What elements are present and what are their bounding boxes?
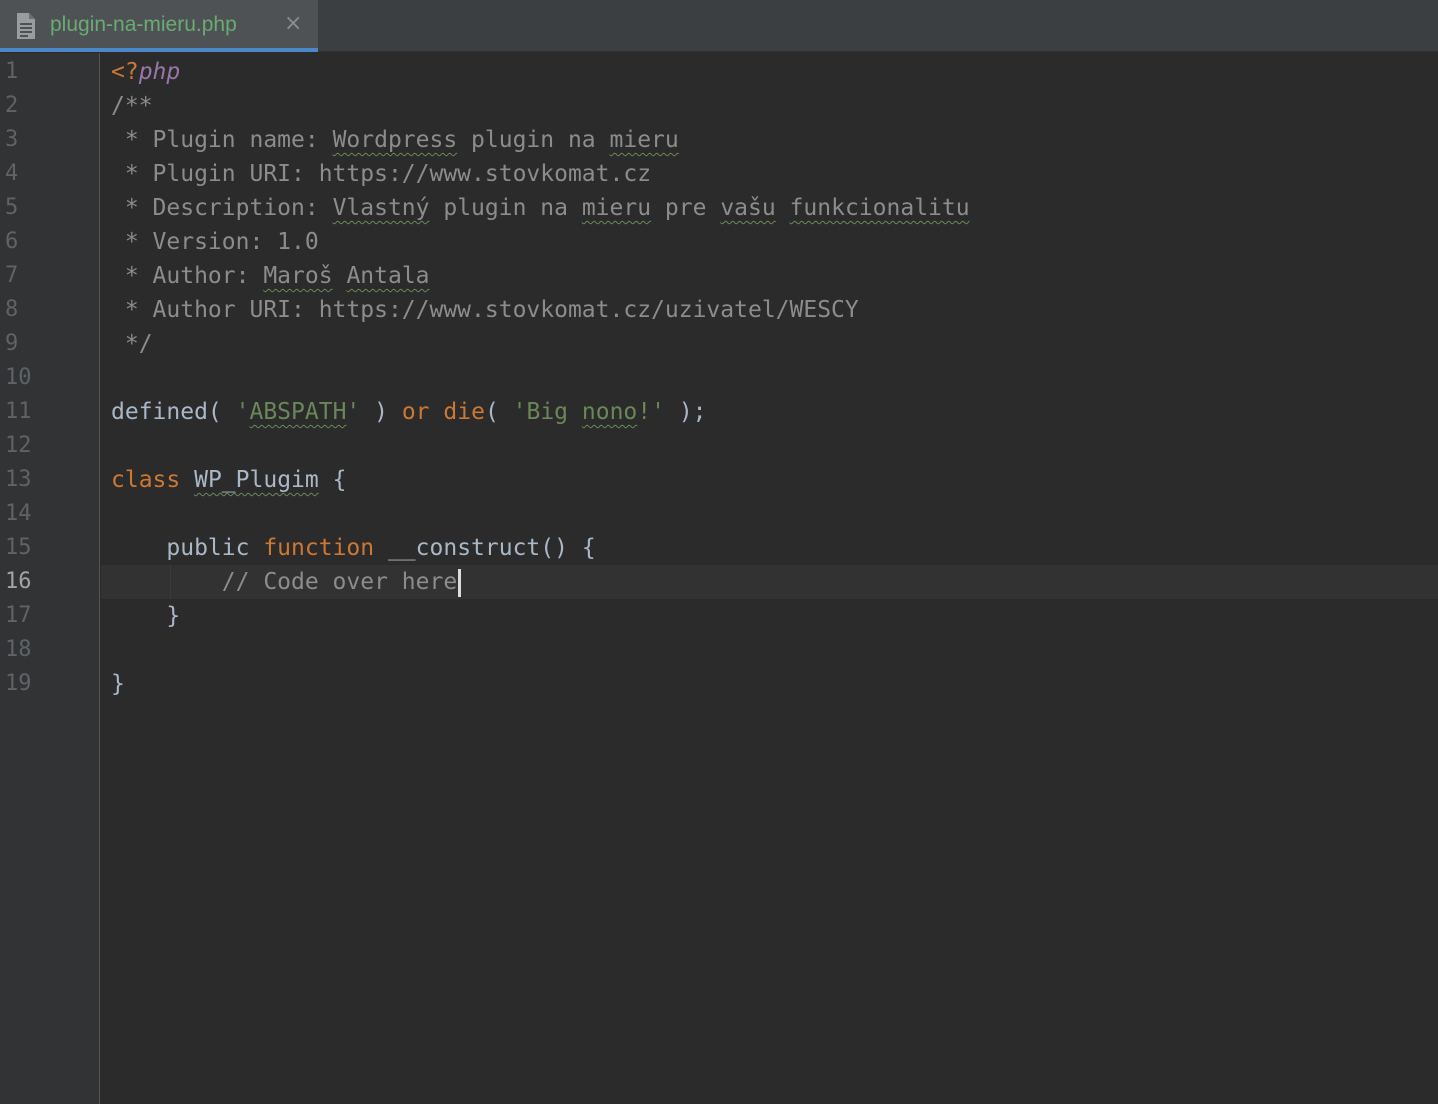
line-number: 18 [5,637,32,662]
code-line-empty[interactable] [101,361,1438,395]
indent-guide [170,565,171,599]
php-open-tag: <? [111,59,139,85]
code-line-empty[interactable] [101,633,1438,667]
spelling-word: Antala [346,263,430,289]
line-comment: // Code over here [111,569,458,595]
code-line[interactable]: /** [101,89,1438,123]
keyword: die [443,399,485,425]
keyword: or [401,399,430,425]
class-name: WP_Plugim [194,467,319,493]
line-number: 15 [5,535,32,560]
line-number: 6 [5,229,19,254]
code-line[interactable]: } [101,599,1438,633]
line-number: 1 [5,59,19,84]
code-text: defined( [111,399,236,425]
comment-text: * Author: [111,263,264,289]
code-editor[interactable]: <?php /** * Plugin name: Wordpress plugi… [101,53,1438,1104]
line-number: 14 [5,501,32,526]
line-number: 3 [5,127,19,152]
code-text: } [111,671,125,697]
code-line-current[interactable]: // Code over here [101,565,1438,599]
code-line[interactable]: class WP_Plugim { [101,463,1438,497]
comment-text: pre [651,195,721,221]
string-quote: ' [235,399,250,425]
spelling-word: Wordpress [332,127,458,153]
code-text: public [111,535,264,561]
code-text: __construct() { [374,535,596,561]
code-text: ( [484,399,513,425]
tab-bar: plugin-na-mieru.php × [0,0,1438,52]
line-number-gutter: 1 2 3 4 5 6 7 8 9 10 11 12 13 14 15 16 1… [0,53,100,1104]
spelling-word: vašu [720,195,776,221]
line-number: 7 [5,263,19,288]
comment-text: plugin na [457,127,610,153]
code-text: ) [360,399,402,425]
editor-tab[interactable]: plugin-na-mieru.php × [0,0,318,52]
string-literal: ABSPATH [249,399,347,425]
spelling-word: funkcionalitu [789,195,970,221]
code-line[interactable]: * Version: 1.0 [101,225,1438,259]
code-text: { [318,467,347,493]
php-keyword: php [138,59,181,85]
line-number: 17 [5,603,32,628]
line-numbers: 1 2 3 4 5 6 7 8 9 10 11 12 13 14 15 16 1… [0,55,100,701]
code-line[interactable]: * Plugin name: Wordpress plugin na mieru [101,123,1438,157]
string-literal: nono [581,399,638,425]
text-caret [458,568,462,597]
code-line[interactable]: */ [101,327,1438,361]
string-literal: 'Big [512,399,582,425]
comment-text: * Description: [111,195,333,221]
comment-text [776,195,790,221]
line-number: 4 [5,161,19,186]
line-number-current: 16 [5,569,32,594]
line-number: 10 [5,365,32,390]
spelling-word: Vlastný [332,195,430,221]
line-number: 2 [5,93,19,118]
spelling-word: mieru [581,195,652,221]
string-literal: !' [637,399,665,425]
code-line-empty[interactable] [101,497,1438,531]
keyword: function [263,535,375,561]
close-icon[interactable]: × [284,11,302,36]
code-line[interactable]: defined( 'ABSPATH' ) or die( 'Big nono!'… [101,395,1438,429]
line-number: 9 [5,331,19,356]
code-line-empty[interactable] [101,429,1438,463]
comment-text: * Plugin URI: https://www.stovkomat.cz [111,161,652,187]
line-number: 8 [5,297,19,322]
code-text: ); [664,399,707,425]
code-line[interactable]: } [101,667,1438,701]
line-number: 13 [5,467,32,492]
code-line[interactable]: * Author URI: https://www.stovkomat.cz/u… [101,293,1438,327]
line-number: 5 [5,195,19,220]
doc-comment-start: /** [111,93,153,119]
comment-text: * Version: 1.0 [111,229,319,255]
tab-title: plugin-na-mieru.php [50,13,237,36]
code-line[interactable]: <?php [101,55,1438,89]
comment-text: * Author URI: https://www.stovkomat.cz/u… [111,297,859,323]
php-file-icon [14,12,38,40]
comment-text: plugin na [429,195,582,221]
doc-comment-end: */ [111,331,153,357]
comment-text: * Plugin name: [111,127,333,153]
spelling-word: mieru [609,127,679,153]
comment-text [333,263,347,289]
keyword: class [111,467,181,493]
spelling-word: Maroš [263,263,333,289]
line-number: 12 [5,433,32,458]
code-line[interactable]: * Description: Vlastný plugin na mieru p… [101,191,1438,225]
code-lines[interactable]: <?php /** * Plugin name: Wordpress plugi… [101,55,1438,701]
line-number: 19 [5,671,32,696]
line-number: 11 [5,399,32,424]
string-quote: ' [346,399,361,425]
code-text: } [111,603,181,629]
code-line[interactable]: * Plugin URI: https://www.stovkomat.cz [101,157,1438,191]
code-line[interactable]: public function __construct() { [101,531,1438,565]
code-line[interactable]: * Author: Maroš Antala [101,259,1438,293]
